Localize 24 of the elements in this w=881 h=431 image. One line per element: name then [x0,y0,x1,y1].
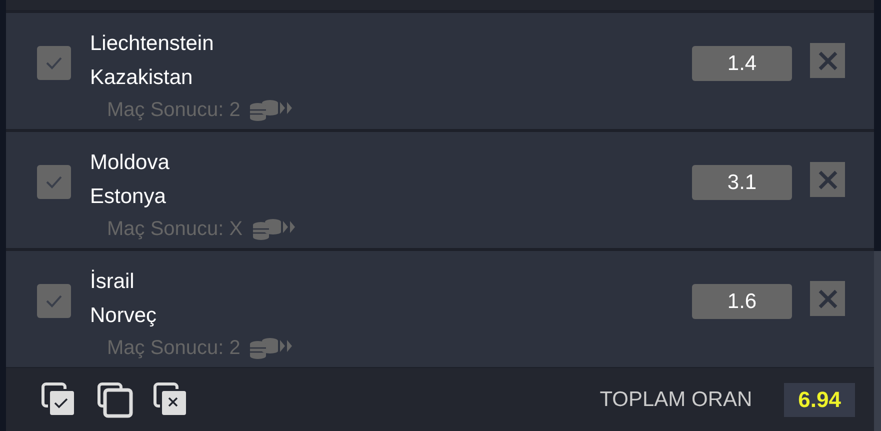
odds-value: 1.6 [692,284,792,319]
select-all-icon[interactable] [41,382,77,418]
market-label: Maç Sonucu: 2 [107,98,240,122]
team-name: Norveç [90,303,158,329]
market-label: Maç Sonucu: X [107,218,243,240]
checkbox[interactable] [37,165,71,199]
total-odds-value: 6.94 [784,382,855,416]
team-name: Estonya [90,184,167,210]
odds-value: 3.1 [692,165,792,200]
delete-all-icon[interactable] [153,382,189,418]
close-button[interactable] [810,43,845,78]
team-name: Liechtenstein [90,31,215,57]
team-name: Kazakistan [90,65,194,91]
odds-value: 1.4 [692,46,792,81]
scrollbar[interactable] [874,251,881,431]
close-button[interactable] [810,281,845,316]
deselect-all-icon[interactable] [97,382,133,418]
close-button[interactable] [810,162,845,197]
checkbox[interactable] [37,284,71,318]
team-name: Moldova [90,150,170,176]
checkbox[interactable] [37,46,71,80]
team-name: İsrail [90,268,136,295]
total-odds-label: TOPLAM ORAN [600,388,752,412]
market-label: Maç Sonucu: 2 [107,336,240,360]
